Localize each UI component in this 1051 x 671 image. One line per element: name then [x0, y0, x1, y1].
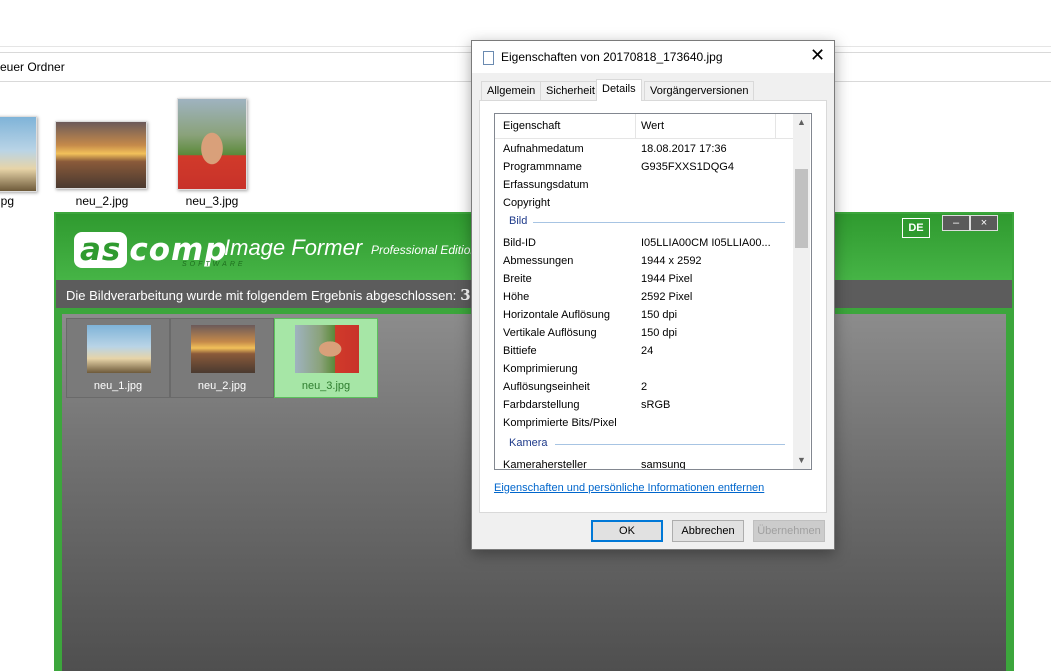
property-row[interactable]: Erfassungsdatum: [495, 176, 793, 194]
result-caption: neu_3.jpg: [301, 380, 351, 392]
group-divider: [533, 222, 785, 223]
scroll-up-icon[interactable]: ▲: [793, 114, 810, 131]
property-row[interactable]: Programmname G935FXXS1DQG4: [495, 158, 793, 176]
column-header-property[interactable]: Eigenschaft: [503, 120, 560, 132]
group-header-kamera: Kamera: [495, 434, 793, 454]
file-thumbnail: [0, 116, 37, 192]
apply-button[interactable]: Übernehmen: [753, 520, 825, 542]
dialog-titlebar[interactable]: Eigenschaften von 20170818_173640.jpg ✕: [472, 41, 834, 73]
app-edition: Professional Edition: [371, 243, 478, 257]
explorer-file-1[interactable]: jpg: [0, 116, 40, 212]
scroll-down-icon[interactable]: ▼: [793, 452, 810, 469]
column-divider[interactable]: [635, 114, 636, 138]
file-name: jpg: [0, 194, 15, 208]
property-row[interactable]: Bittiefe 24: [495, 342, 793, 360]
tab-details[interactable]: Details: [596, 79, 642, 101]
remove-properties-link[interactable]: Eigenschaften und persönliche Informatio…: [494, 482, 764, 494]
tab-vorgaengerversionen[interactable]: Vorgängerversionen: [644, 81, 755, 100]
property-row[interactable]: Höhe 2592 Pixel: [495, 288, 793, 306]
column-header-value[interactable]: Wert: [641, 120, 664, 132]
property-row[interactable]: Breite 1944 Pixel: [495, 270, 793, 288]
result-thumbnail: [191, 325, 255, 373]
logo-software-text: SOFTWARE: [182, 261, 246, 268]
close-button[interactable]: ×: [970, 215, 998, 231]
status-text: Die Bildverarbeitung wurde mit folgendem…: [66, 286, 471, 304]
dialog-title: Eigenschaften von 20170818_173640.jpg: [501, 50, 723, 64]
file-thumbnail: [177, 98, 247, 190]
close-icon[interactable]: ✕: [810, 45, 825, 65]
properties-dialog: Eigenschaften von 20170818_173640.jpg ✕ …: [471, 40, 835, 550]
result-item-neu-2[interactable]: neu_2.jpg: [170, 318, 274, 398]
ok-button[interactable]: OK: [591, 520, 663, 542]
group-header-bild: Bild: [495, 212, 793, 232]
result-item-neu-1[interactable]: neu_1.jpg: [66, 318, 170, 398]
result-item-neu-3[interactable]: neu_3.jpg: [274, 318, 378, 398]
property-list[interactable]: Eigenschaft Wert Aufnahmedatum 18.08.2017…: [494, 113, 812, 470]
property-row[interactable]: Abmessungen 1944 x 2592: [495, 252, 793, 270]
result-caption: neu_2.jpg: [197, 380, 247, 392]
property-row[interactable]: Komprimierte Bits/Pixel: [495, 414, 793, 432]
result-thumbnail: [87, 325, 151, 373]
folder-path-label: euer Ordner: [0, 60, 65, 74]
property-row[interactable]: Auflösungseinheit 2: [495, 378, 793, 396]
file-thumbnail: [55, 121, 147, 189]
explorer-file-neu-3[interactable]: neu_3.jpg: [162, 98, 262, 212]
file-name: neu_3.jpg: [185, 194, 239, 208]
property-row[interactable]: Vertikale Auflösung 150 dpi: [495, 324, 793, 342]
minimize-button[interactable]: –: [942, 215, 970, 231]
property-row[interactable]: Aufnahmedatum 18.08.2017 17:36: [495, 140, 793, 158]
vertical-scrollbar[interactable]: ▲ ▼: [793, 114, 810, 469]
list-header: Eigenschaft Wert: [495, 114, 793, 139]
property-row[interactable]: Horizontale Auflösung 150 dpi: [495, 306, 793, 324]
property-row[interactable]: Farbdarstellung sRGB: [495, 396, 793, 414]
property-row[interactable]: Komprimierung: [495, 360, 793, 378]
explorer-file-neu-2[interactable]: neu_2.jpg: [52, 116, 152, 212]
result-caption: neu_1.jpg: [93, 380, 143, 392]
tab-allgemein[interactable]: Allgemein: [481, 81, 542, 100]
status-count: 3: [460, 286, 471, 304]
property-row[interactable]: Kamerahersteller samsung: [495, 456, 793, 469]
details-panel: Eigenschaft Wert Aufnahmedatum 18.08.2017…: [479, 100, 827, 513]
app-title: Image Former: [224, 235, 363, 260]
property-row[interactable]: Copyright: [495, 194, 793, 212]
cancel-button[interactable]: Abbrechen: [672, 520, 744, 542]
group-divider: [555, 444, 785, 445]
result-thumbnail: [295, 325, 359, 373]
tab-sicherheit[interactable]: Sicherheit: [540, 81, 601, 100]
property-row[interactable]: Bild-ID I05LLIA00CM I05LLIA00...: [495, 234, 793, 252]
column-divider[interactable]: [775, 114, 776, 138]
file-icon: [483, 51, 494, 65]
language-button[interactable]: DE: [902, 218, 930, 238]
scroll-thumb[interactable]: [795, 169, 808, 248]
file-name: neu_2.jpg: [75, 194, 129, 208]
